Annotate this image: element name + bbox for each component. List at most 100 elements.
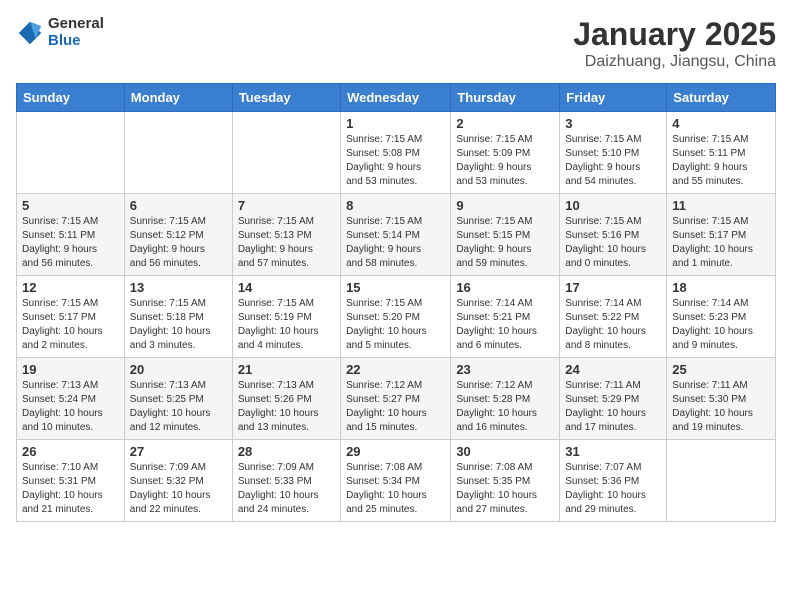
weekday-header-tuesday: Tuesday [232, 84, 340, 112]
day-cell: 20Sunrise: 7:13 AM Sunset: 5:25 PM Dayli… [124, 358, 232, 440]
day-info: Sunrise: 7:10 AM Sunset: 5:31 PM Dayligh… [22, 461, 119, 517]
day-cell: 22 Sunrise: 7:12 AM Sunset: 5:27 PM Dayli… [341, 358, 451, 440]
day-cell: 28 Sunrise: 7:09 AM Sunset: 5:33 PM Dayli… [232, 440, 340, 522]
weekday-header-wednesday: Wednesday [341, 84, 451, 112]
day-cell: 24 Sunrise: 7:11 AM Sunset: 5:29 PM Dayli… [560, 358, 667, 440]
day-cell: 15Sunrise: 7:15 AM Sunset: 5:20 PM Dayli… [341, 276, 451, 358]
day-cell: 25 Sunrise: 7:11 AM Sunset: 5:30 PM Dayli… [667, 358, 776, 440]
day-number: 30 [456, 444, 554, 459]
day-cell [232, 112, 340, 194]
day-info: Sunrise: 7:12 AM Sunset: 5:27 PM Dayligh… [346, 379, 445, 435]
day-number: 16 [456, 280, 554, 295]
day-info: Sunrise: 7:08 AM Sunset: 5:35 PM Dayligh… [456, 461, 554, 517]
weekday-header-saturday: Saturday [667, 84, 776, 112]
day-cell [17, 112, 125, 194]
day-cell: 8 Sunrise: 7:15 AM Sunset: 5:14 PM Daylig… [341, 194, 451, 276]
day-cell: 7 Sunrise: 7:15 AM Sunset: 5:13 PM Daylig… [232, 194, 340, 276]
day-cell: 12 Sunrise: 7:15 AM Sunset: 5:17 PM Dayli… [17, 276, 125, 358]
day-cell: 14Sunrise: 7:15 AM Sunset: 5:19 PM Dayli… [232, 276, 340, 358]
day-cell: 3Sunrise: 7:15 AM Sunset: 5:10 PM Daylig… [560, 112, 667, 194]
day-cell: 10 Sunrise: 7:15 AM Sunset: 5:16 PM Dayli… [560, 194, 667, 276]
day-cell: 19 Sunrise: 7:13 AM Sunset: 5:24 PM Dayli… [17, 358, 125, 440]
day-info: Sunrise: 7:15 AM Sunset: 5:17 PM Dayligh… [672, 215, 770, 271]
week-row-5: 26Sunrise: 7:10 AM Sunset: 5:31 PM Dayli… [17, 440, 776, 522]
day-number: 8 [346, 198, 445, 213]
day-cell: 5Sunrise: 7:15 AM Sunset: 5:11 PM Daylig… [17, 194, 125, 276]
day-cell: 11 Sunrise: 7:15 AM Sunset: 5:17 PM Dayli… [667, 194, 776, 276]
day-number: 6 [130, 198, 227, 213]
day-number: 29 [346, 444, 445, 459]
calendar-subtitle: Daizhuang, Jiangsu, China [573, 53, 776, 71]
day-info: Sunrise: 7:15 AM Sunset: 5:17 PM Dayligh… [22, 297, 119, 353]
day-cell: 9Sunrise: 7:15 AM Sunset: 5:15 PM Daylig… [451, 194, 560, 276]
day-number: 21 [238, 362, 335, 377]
day-info: Sunrise: 7:15 AM Sunset: 5:09 PM Dayligh… [456, 133, 554, 189]
day-info: Sunrise: 7:13 AM Sunset: 5:26 PM Dayligh… [238, 379, 335, 435]
day-cell: 29 Sunrise: 7:08 AM Sunset: 5:34 PM Dayli… [341, 440, 451, 522]
day-cell [124, 112, 232, 194]
day-info: Sunrise: 7:12 AM Sunset: 5:28 PM Dayligh… [456, 379, 554, 435]
calendar-table: SundayMondayTuesdayWednesdayThursdayFrid… [16, 83, 776, 522]
day-info: Sunrise: 7:11 AM Sunset: 5:30 PM Dayligh… [672, 379, 770, 435]
day-number: 11 [672, 198, 770, 213]
day-info: Sunrise: 7:15 AM Sunset: 5:12 PM Dayligh… [130, 215, 227, 271]
day-cell: 23Sunrise: 7:12 AM Sunset: 5:28 PM Dayli… [451, 358, 560, 440]
day-info: Sunrise: 7:09 AM Sunset: 5:32 PM Dayligh… [130, 461, 227, 517]
day-number: 22 [346, 362, 445, 377]
weekday-header-row: SundayMondayTuesdayWednesdayThursdayFrid… [17, 84, 776, 112]
day-number: 19 [22, 362, 119, 377]
day-cell: 26Sunrise: 7:10 AM Sunset: 5:31 PM Dayli… [17, 440, 125, 522]
day-number: 12 [22, 280, 119, 295]
day-number: 24 [565, 362, 661, 377]
day-number: 5 [22, 198, 119, 213]
week-row-3: 12 Sunrise: 7:15 AM Sunset: 5:17 PM Dayli… [17, 276, 776, 358]
day-number: 31 [565, 444, 661, 459]
logo-icon [16, 19, 44, 47]
day-number: 2 [456, 116, 554, 131]
logo-general-text: General [48, 16, 104, 33]
day-info: Sunrise: 7:15 AM Sunset: 5:18 PM Dayligh… [130, 297, 227, 353]
week-row-4: 19 Sunrise: 7:13 AM Sunset: 5:24 PM Dayli… [17, 358, 776, 440]
day-info: Sunrise: 7:15 AM Sunset: 5:08 PM Dayligh… [346, 133, 445, 189]
day-cell: 17Sunrise: 7:14 AM Sunset: 5:22 PM Dayli… [560, 276, 667, 358]
day-number: 17 [565, 280, 661, 295]
day-info: Sunrise: 7:11 AM Sunset: 5:29 PM Dayligh… [565, 379, 661, 435]
week-row-2: 5Sunrise: 7:15 AM Sunset: 5:11 PM Daylig… [17, 194, 776, 276]
day-cell: 4Sunrise: 7:15 AM Sunset: 5:11 PM Daylig… [667, 112, 776, 194]
logo: General Blue [16, 16, 104, 49]
day-info: Sunrise: 7:15 AM Sunset: 5:11 PM Dayligh… [672, 133, 770, 189]
page-header: General Blue January 2025 Daizhuang, Jia… [16, 16, 776, 71]
day-cell: 18Sunrise: 7:14 AM Sunset: 5:23 PM Dayli… [667, 276, 776, 358]
day-cell: 21 Sunrise: 7:13 AM Sunset: 5:26 PM Dayli… [232, 358, 340, 440]
day-info: Sunrise: 7:13 AM Sunset: 5:25 PM Dayligh… [130, 379, 227, 435]
weekday-header-monday: Monday [124, 84, 232, 112]
day-number: 28 [238, 444, 335, 459]
logo-text: General Blue [48, 16, 104, 49]
day-info: Sunrise: 7:15 AM Sunset: 5:14 PM Dayligh… [346, 215, 445, 271]
day-cell: 13Sunrise: 7:15 AM Sunset: 5:18 PM Dayli… [124, 276, 232, 358]
day-number: 27 [130, 444, 227, 459]
day-number: 25 [672, 362, 770, 377]
logo-blue-text: Blue [48, 33, 104, 50]
day-info: Sunrise: 7:15 AM Sunset: 5:19 PM Dayligh… [238, 297, 335, 353]
day-cell [667, 440, 776, 522]
day-info: Sunrise: 7:09 AM Sunset: 5:33 PM Dayligh… [238, 461, 335, 517]
day-number: 15 [346, 280, 445, 295]
day-info: Sunrise: 7:07 AM Sunset: 5:36 PM Dayligh… [565, 461, 661, 517]
weekday-header-thursday: Thursday [451, 84, 560, 112]
weekday-header-sunday: Sunday [17, 84, 125, 112]
day-cell: 6 Sunrise: 7:15 AM Sunset: 5:12 PM Daylig… [124, 194, 232, 276]
day-cell: 31 Sunrise: 7:07 AM Sunset: 5:36 PM Dayli… [560, 440, 667, 522]
day-info: Sunrise: 7:14 AM Sunset: 5:21 PM Dayligh… [456, 297, 554, 353]
day-info: Sunrise: 7:14 AM Sunset: 5:23 PM Dayligh… [672, 297, 770, 353]
day-cell: 16 Sunrise: 7:14 AM Sunset: 5:21 PM Dayli… [451, 276, 560, 358]
weekday-header-friday: Friday [560, 84, 667, 112]
day-info: Sunrise: 7:13 AM Sunset: 5:24 PM Dayligh… [22, 379, 119, 435]
day-number: 10 [565, 198, 661, 213]
day-info: Sunrise: 7:08 AM Sunset: 5:34 PM Dayligh… [346, 461, 445, 517]
day-info: Sunrise: 7:15 AM Sunset: 5:16 PM Dayligh… [565, 215, 661, 271]
calendar-title: January 2025 [573, 16, 776, 53]
day-info: Sunrise: 7:15 AM Sunset: 5:13 PM Dayligh… [238, 215, 335, 271]
day-number: 7 [238, 198, 335, 213]
title-section: January 2025 Daizhuang, Jiangsu, China [573, 16, 776, 71]
